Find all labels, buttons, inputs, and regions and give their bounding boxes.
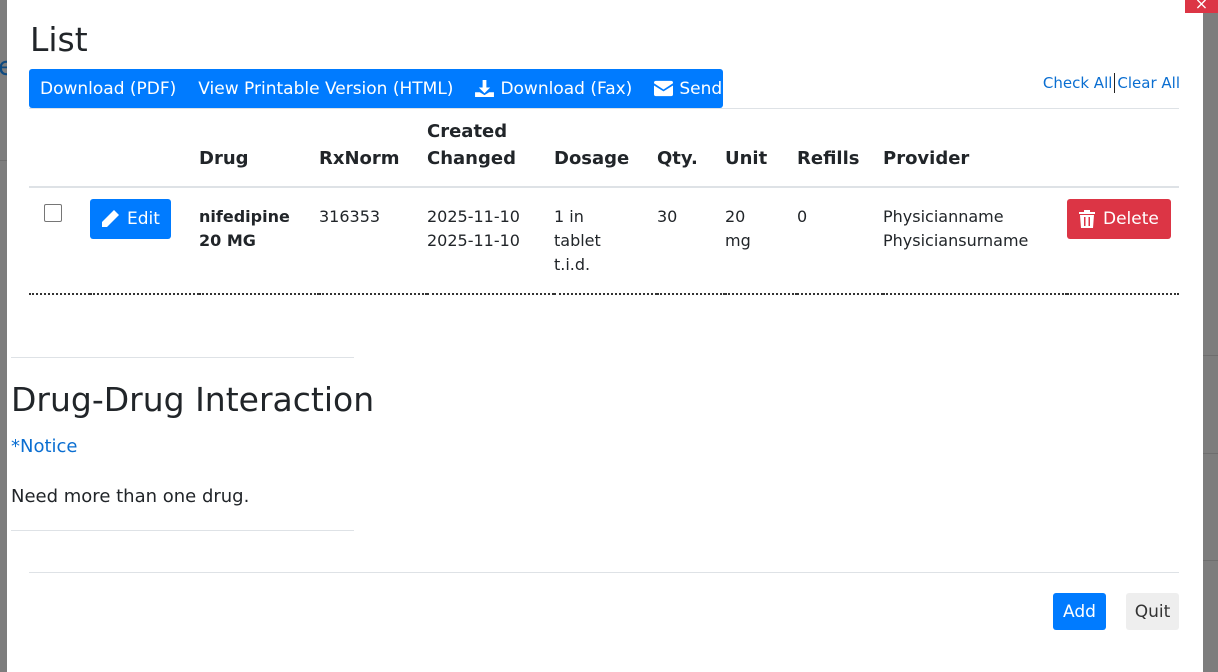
dosage-amount: 1 in xyxy=(554,207,584,226)
header-refills: Refills xyxy=(797,118,883,188)
view-printable-button[interactable]: View Printable Version (HTML) xyxy=(187,79,464,99)
toolbar-divider xyxy=(29,108,1179,109)
unit-value: 20 xyxy=(725,207,746,226)
send-email-button[interactable]: Send Email xyxy=(643,79,785,99)
header-provider: Provider xyxy=(883,118,1067,188)
row-provider-cell: Physicianname Physiciansurname xyxy=(883,187,1067,295)
dosage-frequency: t.i.d. xyxy=(554,255,591,274)
interaction-top-divider xyxy=(11,357,354,358)
check-all-link[interactable]: Check All xyxy=(1043,74,1113,92)
header-changed: Changed xyxy=(427,148,516,169)
row-dosage-cell: 1 in tablet t.i.d. xyxy=(554,187,657,295)
header-unit: Unit xyxy=(725,118,797,188)
export-toolbar: Download (PDF) View Printable Version (H… xyxy=(29,69,775,108)
download-pdf-label: Download (PDF) xyxy=(40,78,177,99)
interaction-title: Drug-Drug Interaction xyxy=(11,380,375,419)
provider-last: Physiciansurname xyxy=(883,231,1029,250)
drug-name: nifedipine xyxy=(199,207,290,226)
download-pdf-button[interactable]: Download (PDF) xyxy=(29,79,187,99)
interaction-bottom-divider xyxy=(11,530,354,531)
header-qty: Qty. xyxy=(657,118,725,188)
prescription-table: Drug RxNorm Created Changed Dosage Qty. U… xyxy=(29,118,1179,295)
header-rxnorm: RxNorm xyxy=(319,118,427,188)
row-select-cell xyxy=(29,187,90,295)
row-refills: 0 xyxy=(797,187,883,295)
header-drug: Drug xyxy=(199,118,319,188)
table-header-row: Drug RxNorm Created Changed Dosage Qty. U… xyxy=(29,118,1179,188)
row-drug-cell: nifedipine 20 MG xyxy=(199,187,319,295)
edit-label: Edit xyxy=(127,209,160,229)
row-select-checkbox[interactable] xyxy=(44,204,62,222)
unit-measure: mg xyxy=(725,231,751,250)
add-button[interactable]: Add xyxy=(1053,593,1106,630)
footer-divider xyxy=(29,572,1179,573)
row-rxnorm: 316353 xyxy=(319,187,427,295)
row-edit-cell: Edit xyxy=(90,187,199,295)
envelope-icon xyxy=(654,80,674,97)
dosage-form: tablet xyxy=(554,231,601,250)
selection-links: Check All Clear All xyxy=(1043,73,1180,93)
row-unit-cell: 20 mg xyxy=(725,187,797,295)
close-button[interactable]: × xyxy=(1185,0,1218,13)
row-delete-cell: Delete xyxy=(1067,187,1179,295)
view-printable-label: View Printable Version (HTML) xyxy=(198,78,454,99)
header-select xyxy=(29,118,90,188)
pencil-icon xyxy=(102,210,119,227)
selection-separator xyxy=(1114,73,1116,93)
modal-title: List xyxy=(30,20,88,59)
prescription-list-modal: List Download (PDF) View Printable Versi… xyxy=(7,0,1203,672)
edit-button[interactable]: Edit xyxy=(90,199,171,239)
download-icon xyxy=(475,80,495,97)
backdrop-divider xyxy=(0,160,7,161)
backdrop-right xyxy=(1203,0,1218,672)
clear-all-link[interactable]: Clear All xyxy=(1117,74,1180,92)
row-qty: 30 xyxy=(657,187,725,295)
download-fax-label: Download (Fax) xyxy=(500,78,633,99)
header-delete xyxy=(1067,118,1179,188)
provider-first: Physicianname xyxy=(883,207,1004,226)
backdrop-divider xyxy=(1203,560,1218,561)
header-edit xyxy=(90,118,199,188)
interaction-message: Need more than one drug. xyxy=(11,486,250,507)
header-dosage: Dosage xyxy=(554,118,657,188)
row-dates-cell: 2025-11-10 2025-11-10 xyxy=(427,187,554,295)
trash-icon xyxy=(1079,210,1095,228)
download-fax-button[interactable]: Download (Fax) xyxy=(464,79,643,99)
quit-button[interactable]: Quit xyxy=(1126,593,1179,630)
backdrop-left: e xyxy=(0,0,14,672)
table-row: Edit nifedipine 20 MG 316353 2025-11-10 20… xyxy=(29,187,1179,295)
backdrop-divider xyxy=(1203,453,1218,454)
close-icon: × xyxy=(1194,0,1209,13)
send-email-label: Send Email xyxy=(679,78,775,99)
backdrop-divider xyxy=(1203,355,1218,356)
delete-button[interactable]: Delete xyxy=(1067,199,1171,239)
drug-strength: 20 MG xyxy=(199,231,256,250)
interaction-notice-link[interactable]: *Notice xyxy=(11,436,78,457)
header-created-changed: Created Changed xyxy=(427,118,554,188)
row-created: 2025-11-10 xyxy=(427,207,520,226)
row-changed: 2025-11-10 xyxy=(427,231,520,250)
delete-label: Delete xyxy=(1103,209,1159,229)
header-created: Created xyxy=(427,121,508,142)
